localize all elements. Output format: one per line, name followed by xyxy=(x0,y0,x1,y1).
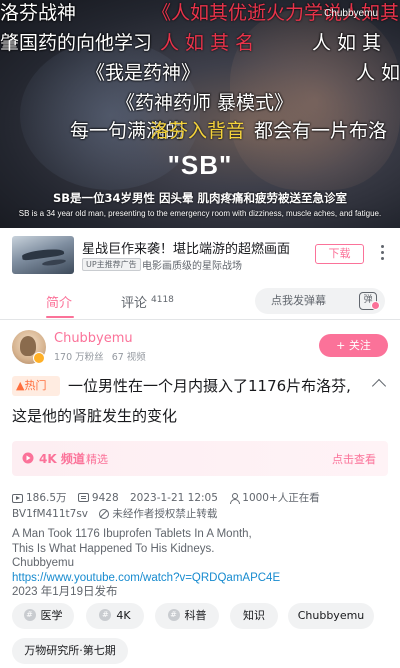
channel-view-link[interactable]: 点击查看 xyxy=(332,451,376,467)
danmaku-comment: 洛芬战神 xyxy=(0,2,77,24)
video-subtitle-en: SB is a 34 year old man, presenting to t… xyxy=(18,209,382,218)
view-count-icon xyxy=(12,493,23,503)
danmaku-settings-icon xyxy=(371,301,380,310)
view-count: 186.5万 xyxy=(26,492,67,504)
danmaku-comment: 人 如 其 名 xyxy=(160,32,255,54)
publish-date: 2023 年1月19日发布 xyxy=(12,586,118,598)
danmaku-comment: 人 如 xyxy=(356,62,400,84)
hashtag-icon xyxy=(99,609,112,621)
tag-label: 知识 xyxy=(243,609,265,622)
description-line: Chubbyemu xyxy=(12,557,75,569)
hashtag-icon xyxy=(167,609,180,621)
hot-badge[interactable]: ▲热门 xyxy=(12,376,60,396)
channel-subtitle: 精选 xyxy=(86,453,108,466)
danmaku-comment: 都会有一片布洛 xyxy=(254,120,388,142)
uploader-name[interactable]: Chubbyemu xyxy=(54,331,133,346)
tab-comments[interactable]: 评论 xyxy=(121,292,147,311)
no-repost-notice: 未经作者授权禁止转载 xyxy=(112,508,218,520)
tag-chip[interactable]: Chubbyemu xyxy=(288,603,374,629)
tag-chip[interactable]: 科普 xyxy=(155,603,219,629)
tag-label: 万物研究所·第七期 xyxy=(24,644,116,657)
video-subtitle-cn: SB是一位34岁男性 因头晕 肌肉疼痛和疲劳被送至急诊室 xyxy=(52,191,348,205)
comment-count: 4118 xyxy=(151,295,174,305)
tab-intro[interactable]: 简介 xyxy=(46,292,72,311)
chevron-up-icon[interactable] xyxy=(371,378,387,394)
follower-count: 170 万粉丝 xyxy=(54,352,104,363)
video-meta: 186.5万 9428 2023-1-21 12:05 1000+人正在看 xyxy=(12,490,328,505)
tag-label: Chubbyemu xyxy=(297,609,365,622)
channel-card[interactable]: 4K 频道 精选 点击查看 xyxy=(12,441,388,476)
tag-label: 医学 xyxy=(40,609,63,622)
uploader-stats: 170 万粉丝 67 视频 xyxy=(54,349,146,363)
description-line: This Is What Happened To His Kidneys. xyxy=(12,542,215,555)
ad-download-button[interactable]: 下载 xyxy=(315,244,364,264)
hashtag-icon xyxy=(23,609,36,621)
bvid-row: BV1fM411t7sv 未经作者授权禁止转载 xyxy=(12,506,217,521)
tag-chip[interactable]: 知识 xyxy=(230,603,278,629)
tag-chip[interactable]: 医学 xyxy=(12,603,74,629)
danmaku-comment: 《我是药神》 xyxy=(86,62,201,84)
no-repost-icon xyxy=(99,509,110,519)
channel-name: 4K 频道 xyxy=(39,452,85,466)
follow-button[interactable]: + 关注 xyxy=(319,334,388,357)
tag-label: 科普 xyxy=(184,609,207,622)
danmaku-toggle-button[interactable]: 弹 xyxy=(349,288,385,314)
tab-active-indicator xyxy=(46,316,74,318)
danmaku-count: 9428 xyxy=(91,491,119,504)
watching-count: 1000+人正在看 xyxy=(242,492,320,504)
description-link[interactable]: https://www.youtube.com/watch?v=QRDQamAP… xyxy=(12,571,280,586)
verified-badge-icon xyxy=(33,352,45,364)
danmaku-comment: 人 如 其 xyxy=(312,32,382,54)
hot-badge-label: 热门 xyxy=(24,379,47,392)
bvid[interactable]: BV1fM411t7sv xyxy=(12,508,88,520)
danmaku-input[interactable]: 点我发弹幕 xyxy=(255,288,361,314)
publish-time: 2023-1-21 12:05 xyxy=(129,491,218,504)
danmaku-comment: 洛芬入背音 xyxy=(150,120,246,142)
danmaku-comment: 肇国药的向他学习 xyxy=(0,32,153,54)
video-description: A Man Took 1176 Ibuprofen Tablets In A M… xyxy=(12,527,280,600)
tag-chip[interactable]: 4K xyxy=(86,603,144,629)
danmaku-comment: 《药神药师 暴模式》 xyxy=(116,92,294,114)
ad-title[interactable]: 星战巨作来袭！堪比端游的超燃画面 xyxy=(82,238,290,257)
viewers-icon xyxy=(229,493,241,504)
spaceship-image xyxy=(41,258,67,267)
ad-tag: UP主推荐广告 xyxy=(82,258,141,271)
more-options-icon[interactable] xyxy=(376,242,388,264)
video-caption: "SB" xyxy=(167,150,233,180)
video-watermark: Chubbyemu xyxy=(324,8,378,19)
tab-bar: 简介 评论 4118 点我发弹幕 弹 xyxy=(0,280,400,320)
video-title-continued: 这是他的肾脏发生的变化 xyxy=(12,407,178,425)
description-line: A Man Took 1176 Ibuprofen Tablets In A M… xyxy=(12,528,252,540)
video-count: 67 视频 xyxy=(111,352,146,363)
tag-chip[interactable]: 万物研究所·第七期 xyxy=(12,638,128,664)
video-player[interactable]: 洛芬战神 《人如其优逝火力学说人如其 肇国药的向他学习 人 如 其 名 人 如 … xyxy=(0,0,400,228)
ad-description: 电影画质级的星际战场 xyxy=(142,261,242,272)
play-channel-icon xyxy=(22,452,34,464)
tag-label: 4K xyxy=(116,609,131,622)
ad-banner[interactable]: 星战巨作来袭！堪比端游的超燃画面 UP主推荐广告 电影画质级的星际战场 下载 xyxy=(0,228,400,280)
ad-thumbnail[interactable] xyxy=(12,236,74,274)
video-title: 一位男性在一个月内摄入了1176片布洛芬, xyxy=(68,377,351,395)
danmaku-count-icon xyxy=(77,493,89,502)
